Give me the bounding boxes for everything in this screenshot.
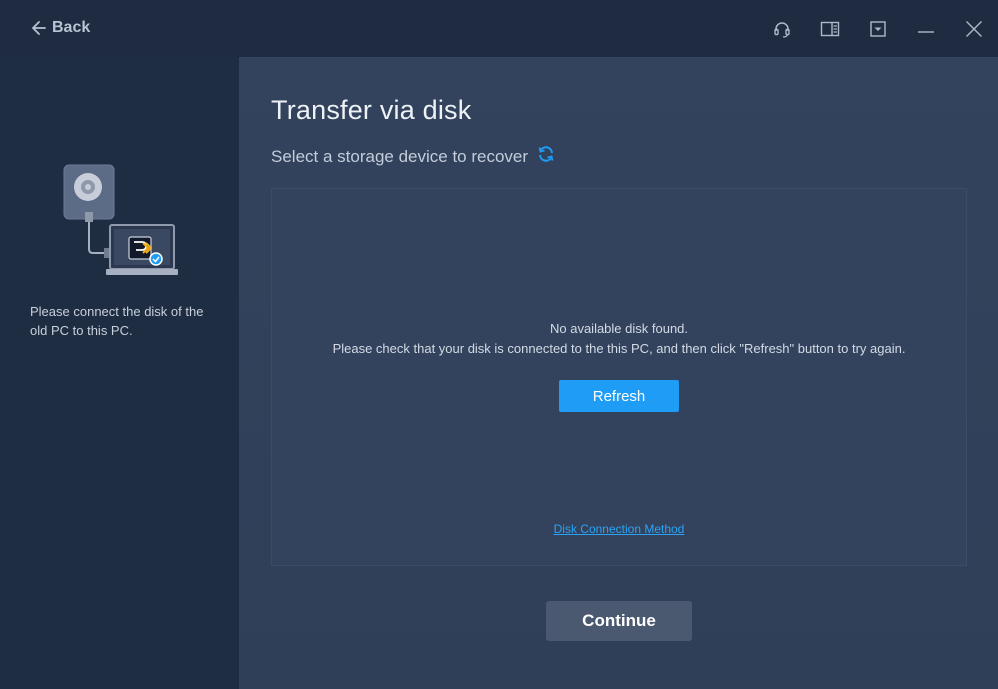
headset-icon <box>773 20 791 38</box>
manual-button[interactable] <box>806 0 854 57</box>
refresh-button[interactable]: Refresh <box>559 380 679 412</box>
main-panel: Transfer via disk Select a storage devic… <box>239 57 998 689</box>
close-icon <box>965 20 983 38</box>
back-button[interactable]: Back <box>30 17 90 39</box>
refresh-icon[interactable] <box>537 145 555 168</box>
subtitle-row: Select a storage device to recover <box>271 145 555 168</box>
check-connection-message: Please check that your disk is connected… <box>332 341 906 356</box>
arrow-left-icon <box>30 20 46 36</box>
app-window: Back Please connect the disk of the old … <box>0 0 998 689</box>
manual-icon <box>820 21 840 37</box>
close-button[interactable] <box>950 0 998 57</box>
subtitle: Select a storage device to recover <box>271 146 529 166</box>
window-controls <box>758 0 998 57</box>
disk-to-pc-illustration <box>58 161 180 279</box>
title-bar: Back <box>0 0 998 57</box>
menu-button[interactable] <box>854 0 902 57</box>
page-title: Transfer via disk <box>271 95 472 125</box>
minimize-button[interactable] <box>902 0 950 57</box>
back-label: Back <box>52 19 91 36</box>
support-button[interactable] <box>758 0 806 57</box>
connect-disk-hint: Please connect the disk of the old PC to… <box>30 304 204 338</box>
disk-connection-method-link[interactable]: Disk Connection Method <box>272 522 966 536</box>
continue-button[interactable]: Continue <box>546 601 692 641</box>
minimize-icon <box>917 20 935 38</box>
storage-device-list: No available disk found. Please check th… <box>271 188 967 566</box>
no-disk-message: No available disk found. <box>549 321 689 336</box>
dropdown-menu-icon <box>869 20 887 38</box>
left-panel: Please connect the disk of the old PC to… <box>0 57 239 689</box>
